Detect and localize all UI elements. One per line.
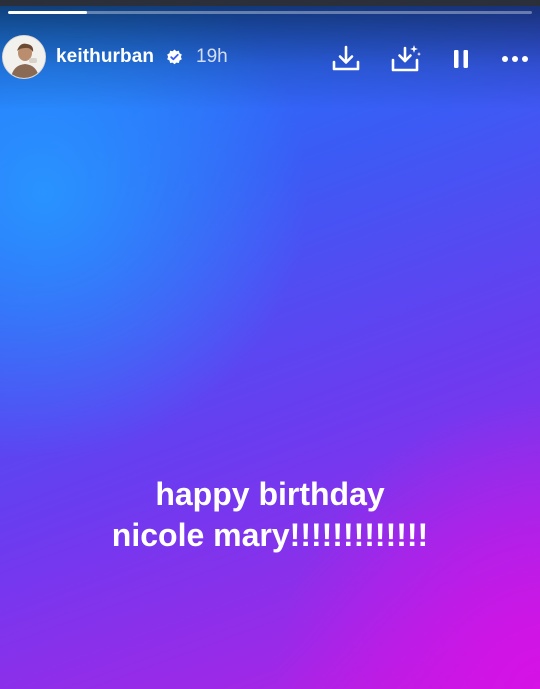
- verified-badge-icon: [166, 49, 183, 66]
- story-progress-fill: [8, 11, 87, 14]
- username[interactable]: keithurban: [56, 46, 154, 68]
- story-caption: happy birthday nicole mary!!!!!!!!!!!!!: [0, 474, 540, 556]
- pause-icon: [454, 50, 468, 68]
- story-header: keithurban 19h: [0, 30, 540, 86]
- post-time: 19h: [196, 46, 228, 67]
- caption-line-1: happy birthday: [155, 476, 385, 512]
- story-viewer[interactable]: keithurban 19h happy birthday nicole mar…: [0, 0, 540, 689]
- pause-button[interactable]: [444, 42, 478, 76]
- download-icon: [332, 45, 360, 71]
- more-options-icon: [502, 56, 528, 62]
- story-progress-bar: [8, 11, 532, 14]
- avatar[interactable]: [2, 35, 46, 79]
- download-button[interactable]: [329, 42, 363, 76]
- top-strip: [0, 0, 540, 6]
- caption-line-2: nicole mary!!!!!!!!!!!!!: [111, 517, 429, 553]
- save-to-button[interactable]: [389, 42, 423, 76]
- profile-photo-icon: [3, 36, 45, 78]
- save-to-icon: [391, 45, 421, 72]
- more-options-button[interactable]: [498, 42, 532, 76]
